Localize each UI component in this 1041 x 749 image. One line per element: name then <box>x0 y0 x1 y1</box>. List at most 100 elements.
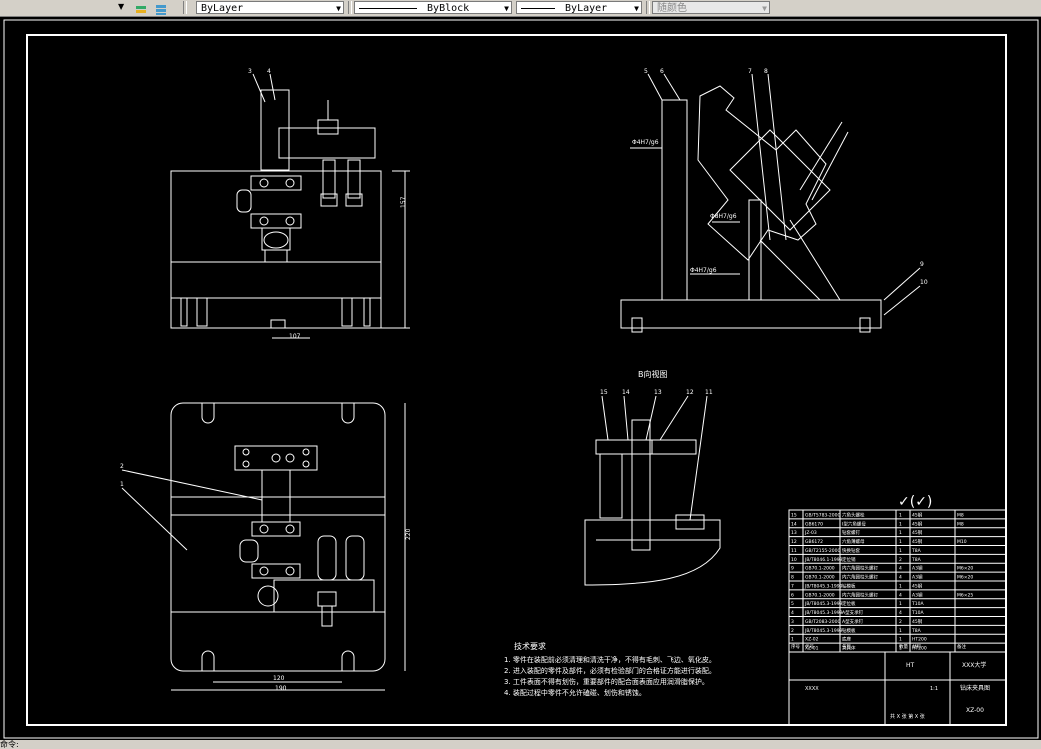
bom-cell-mat: T10A <box>911 601 924 607</box>
bom-header-no: 序号 <box>791 643 800 650</box>
bom-cell-name: 内六角圆柱头螺钉 <box>842 574 878 581</box>
bom-cell-name: 内六角圆柱头螺钉 <box>842 565 878 572</box>
balloon-15: 15 <box>600 389 608 396</box>
bom-cell-qty: 4 <box>899 575 902 581</box>
lineweight-combo-value: ByLayer <box>565 3 608 14</box>
bom-cell-name: 定位销 <box>842 556 856 563</box>
bom-cell-qty: 1 <box>899 637 902 643</box>
bom-cell-qty: 1 <box>899 548 902 554</box>
fit-note-1: Φ4H7/g6 <box>632 139 659 146</box>
dim-bottom: 107 <box>289 333 301 340</box>
bom-cell-name: A型支承钉 <box>842 618 864 625</box>
bom-cell-mat: T10A <box>911 610 924 616</box>
dim-height: 157 <box>400 196 407 208</box>
balloon-5: 5 <box>644 68 648 75</box>
bom-cell-no: 7 <box>791 583 794 589</box>
bom-cell-mat: 45钢 <box>912 618 923 625</box>
bom-cell-code: GB6170 <box>805 521 823 527</box>
bom-cell-mat: 45钢 <box>912 511 923 518</box>
balloon-14: 14 <box>622 389 630 396</box>
bom-cell-note: M6×20 <box>957 566 973 572</box>
properties-toolbar: ▼ ByLayer ▼ ByBlock ▼ ByLayer ▼ 随颜色 ▼ <box>0 0 1041 17</box>
linetype-preview <box>359 7 417 9</box>
title-sheet: 共 X 张 第 X 张 <box>890 713 925 720</box>
bom-cell-qty: 4 <box>899 566 902 572</box>
layer-combo[interactable]: ByLayer ▼ <box>196 1 344 14</box>
bom-cell-mat: A3钢 <box>912 591 923 598</box>
bom-cell-name: 六角薄螺母 <box>842 538 865 545</box>
bom-cell-code: JB/T8045.3-1999 <box>804 601 843 607</box>
bom-cell-no: 10 <box>791 557 797 563</box>
sheet-border <box>3 19 1039 739</box>
lineweight-combo[interactable]: ByLayer ▼ <box>516 1 642 14</box>
chevron-down-icon[interactable]: ▼ <box>634 2 639 15</box>
bom-cell-no: 13 <box>791 530 797 536</box>
bom-cell-mat: 45钢 <box>912 529 923 536</box>
roughness-symbol: ✓(✓) <box>898 494 932 510</box>
bom-cell-name: 六角头螺栓 <box>842 511 865 518</box>
balloon-8: 8 <box>764 68 768 75</box>
bom-cell-no: 11 <box>791 548 797 554</box>
side-view <box>620 73 921 333</box>
chevron-down-icon[interactable]: ▼ <box>762 2 767 15</box>
bom-cell-code: GB/T2155-2000 <box>805 548 841 554</box>
bom-cell-code: JB/T8045.3-1999 <box>804 628 843 634</box>
drawing-canvas[interactable]: 157 107 190 120 220 Φ4H7/g6 Φ8H7/g6 Φ4H7… <box>0 16 1041 740</box>
bom-cell-name: 底座 <box>842 636 851 643</box>
dim-plan-height: 220 <box>405 528 412 540</box>
note-line-4: 4. 装配过程中零件不允许磕碰、划伤和锈蚀。 <box>504 688 646 697</box>
bom-cell-name: 内六角圆柱头螺钉 <box>842 591 878 598</box>
bom-cell-note: M10 <box>957 539 967 545</box>
bom-cell-note: M6×25 <box>957 592 973 598</box>
bom-cell-no: 8 <box>791 575 794 581</box>
linetype-combo[interactable]: ByBlock ▼ <box>354 1 512 14</box>
bom-cell-qty: 1 <box>899 539 902 545</box>
command-prompt: 命令: <box>0 740 19 749</box>
bom-cell-qty: 1 <box>899 512 902 518</box>
bom-cell-code: GB70.1-2000 <box>805 566 835 572</box>
bom-cell-no: 12 <box>791 539 797 545</box>
bom-cell-name: I型六角螺母 <box>842 520 866 527</box>
bom-cell-no: 14 <box>791 521 797 527</box>
bom-header-note: 备注 <box>957 643 966 650</box>
toolbar-separator <box>348 1 352 14</box>
bom-cell-mat: 45钢 <box>912 538 923 545</box>
note-line-1: 1. 零件在装配前必须清理和清洗干净，不得有毛刺、飞边、氧化皮。 <box>504 655 716 664</box>
bom-cell-code: GB70.1-2000 <box>805 575 835 581</box>
balloon-11: 11 <box>705 389 713 396</box>
bom-cell-qty: 2 <box>899 619 902 625</box>
title-scale: 1:1 <box>930 686 938 692</box>
bom-cell-mat: HT200 <box>912 637 927 643</box>
bom-cell-code: GB6172 <box>805 539 823 545</box>
bom-header-qty: 数量 <box>899 643 908 650</box>
layer-states-icon[interactable] <box>134 1 148 14</box>
bom-cell-name: 快换钻套 <box>842 547 860 554</box>
balloon-6: 6 <box>660 68 664 75</box>
plotstyle-combo[interactable]: 随颜色 ▼ <box>652 1 770 14</box>
chevron-down-icon[interactable]: ▼ <box>504 2 509 15</box>
plan-view <box>121 402 406 691</box>
layer-previous-icon[interactable] <box>154 1 168 15</box>
layer-dropdown-arrow-icon[interactable]: ▼ <box>118 2 124 11</box>
bom-cell-qty: 1 <box>899 628 902 634</box>
balloon-9: 9 <box>920 261 924 268</box>
bom-cell-no: 3 <box>791 619 794 625</box>
bom-cell-no: 15 <box>791 512 797 518</box>
bom-cell-code: JB/T8046.1-1999 <box>804 557 843 563</box>
lineweight-preview <box>521 7 555 9</box>
chevron-down-icon[interactable]: ▼ <box>336 2 341 15</box>
title-drawing-name: 钻床夹具图 <box>960 684 990 692</box>
bom-cell-qty: 1 <box>899 530 902 536</box>
bom-cell-mat: T8A <box>911 548 922 554</box>
dim-plan-width: 190 <box>275 685 287 692</box>
title-school: XXX大学 <box>962 661 986 669</box>
fit-note-2: Φ8H7/g6 <box>710 213 737 220</box>
bom-header-name: 名称 <box>842 643 851 650</box>
bom-cell-mat: A3钢 <box>912 565 923 572</box>
balloon-10: 10 <box>920 279 928 286</box>
command-line[interactable]: 命令: <box>0 740 1041 749</box>
bom-cell-name: 钻套螺钉 <box>842 529 860 536</box>
note-line-2: 2. 进入装配的零件及部件，必须有检验部门的合格证方能进行装配。 <box>504 666 716 675</box>
title-drawing-no: XZ-00 <box>966 707 984 714</box>
bom-cell-mat: 45钢 <box>912 582 923 589</box>
